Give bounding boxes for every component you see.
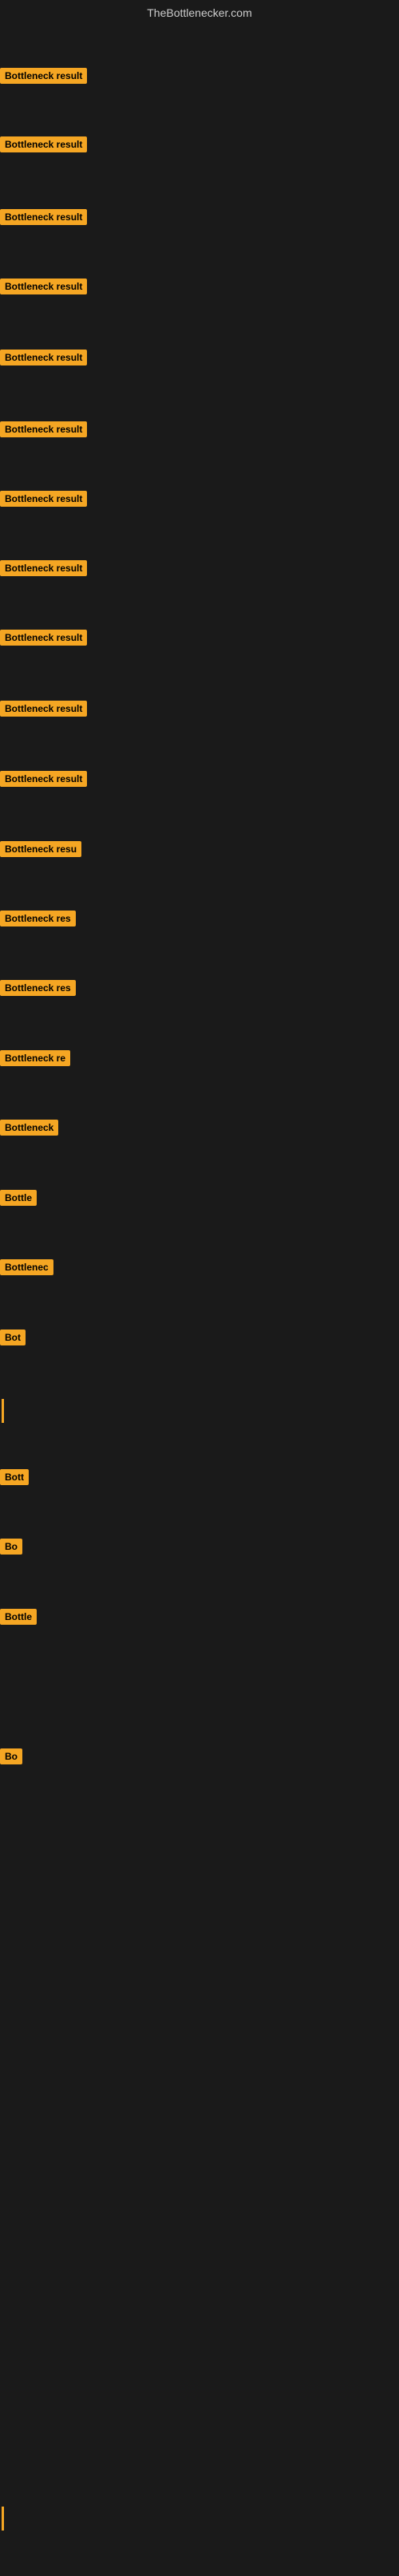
result-row-22: Bottle — [0, 1609, 37, 1629]
bottleneck-badge-22[interactable]: Bottle — [0, 1609, 37, 1625]
bottleneck-badge-4[interactable]: Bottleneck result — [0, 350, 87, 365]
result-row-0: Bottleneck result — [0, 68, 87, 88]
bottleneck-badge-3[interactable]: Bottleneck result — [0, 279, 87, 294]
bottleneck-badge-17[interactable]: Bottlenec — [0, 1259, 53, 1275]
bottleneck-badge-9[interactable]: Bottleneck result — [0, 701, 87, 717]
result-row-3: Bottleneck result — [0, 279, 87, 298]
bottleneck-badge-13[interactable]: Bottleneck res — [0, 980, 76, 996]
vertical-line-19 — [2, 1399, 4, 1423]
result-row-18: Bot — [0, 1329, 26, 1349]
result-row-12: Bottleneck res — [0, 911, 76, 930]
bottleneck-badge-14[interactable]: Bottleneck re — [0, 1050, 70, 1066]
bottleneck-badge-8[interactable]: Bottleneck result — [0, 630, 87, 646]
result-row-8: Bottleneck result — [0, 630, 87, 650]
bottleneck-badge-10[interactable]: Bottleneck result — [0, 771, 87, 787]
bottleneck-badge-20[interactable]: Bott — [0, 1469, 29, 1485]
result-row-7: Bottleneck result — [0, 560, 87, 580]
vertical-line-24 — [2, 2507, 4, 2531]
result-row-9: Bottleneck result — [0, 701, 87, 721]
bottleneck-badge-6[interactable]: Bottleneck result — [0, 491, 87, 507]
result-row-2: Bottleneck result — [0, 209, 87, 229]
result-row-6: Bottleneck result — [0, 491, 87, 511]
bottleneck-badge-5[interactable]: Bottleneck result — [0, 421, 87, 437]
bottleneck-badge-2[interactable]: Bottleneck result — [0, 209, 87, 225]
result-row-4: Bottleneck result — [0, 350, 87, 369]
result-row-10: Bottleneck result — [0, 771, 87, 791]
result-row-13: Bottleneck res — [0, 980, 76, 1000]
result-row-23: Bo — [0, 1748, 22, 1768]
result-row-5: Bottleneck result — [0, 421, 87, 441]
bottleneck-badge-15[interactable]: Bottleneck — [0, 1120, 58, 1136]
result-row-17: Bottlenec — [0, 1259, 53, 1279]
bottleneck-badge-0[interactable]: Bottleneck result — [0, 68, 87, 84]
result-row-20: Bott — [0, 1469, 29, 1489]
bottleneck-badge-21[interactable]: Bo — [0, 1539, 22, 1555]
bottleneck-badge-23[interactable]: Bo — [0, 1748, 22, 1764]
bottleneck-badge-12[interactable]: Bottleneck res — [0, 911, 76, 926]
result-row-21: Bo — [0, 1539, 22, 1559]
result-row-14: Bottleneck re — [0, 1050, 70, 1070]
result-row-1: Bottleneck result — [0, 136, 87, 156]
bottleneck-badge-11[interactable]: Bottleneck resu — [0, 841, 81, 857]
result-row-15: Bottleneck — [0, 1120, 58, 1140]
bottleneck-badge-1[interactable]: Bottleneck result — [0, 136, 87, 152]
bottleneck-badge-16[interactable]: Bottle — [0, 1190, 37, 1206]
bottleneck-badge-18[interactable]: Bot — [0, 1329, 26, 1345]
bottleneck-badge-7[interactable]: Bottleneck result — [0, 560, 87, 576]
result-row-16: Bottle — [0, 1190, 37, 1210]
result-row-11: Bottleneck resu — [0, 841, 81, 861]
site-title: TheBottlenecker.com — [0, 0, 399, 22]
